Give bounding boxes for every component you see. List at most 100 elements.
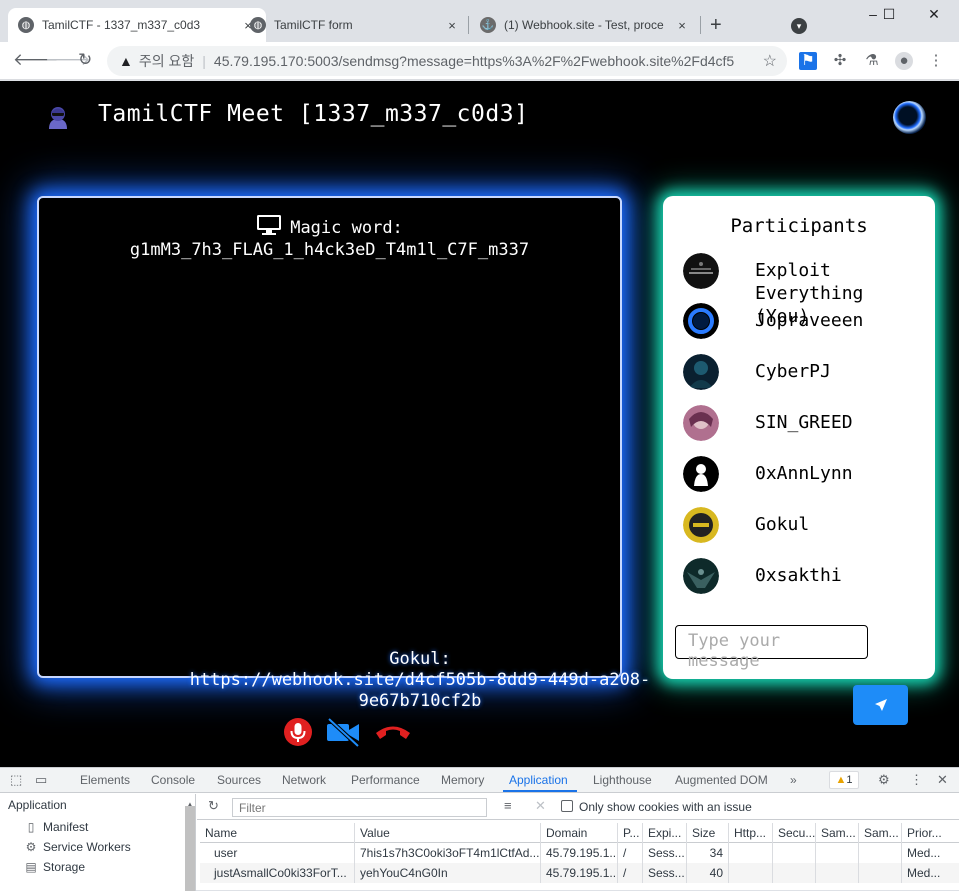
col-size[interactable]: Size (687, 823, 729, 843)
browser-tabstrip: ◍ TamilCTF - 1337_m337_c0d3 × ◍ TamilCTF… (0, 0, 959, 42)
tab-separator (700, 16, 701, 34)
reload-icon[interactable]: ↻ (78, 50, 92, 70)
device-toolbar-icon[interactable]: ▭ (35, 772, 47, 788)
sidebar-scrollbar[interactable] (185, 806, 195, 891)
browser-tab-active[interactable]: ◍ TamilCTF - 1337_m337_c0d3 × (8, 8, 266, 42)
col-expires[interactable]: Expi... (643, 823, 687, 843)
cookie-size: 40 (687, 863, 729, 883)
col-sameparty[interactable]: Sam... (859, 823, 902, 843)
settings-gear-icon[interactable]: ⚙ (878, 772, 890, 788)
participant-name: CyberPJ (755, 361, 831, 382)
col-priority[interactable]: Prior... (902, 823, 959, 843)
meet-page: TamilCTF Meet [1337_m337_c0d3] Magic wor… (0, 81, 959, 767)
tab-search-icon[interactable]: ▾ (791, 18, 807, 34)
participant-name: SIN_GREED (755, 412, 853, 433)
col-domain[interactable]: Domain (541, 823, 618, 843)
inspect-element-icon[interactable]: ⬚ (10, 772, 22, 788)
hang-up-button[interactable] (374, 722, 412, 742)
warnings-badge[interactable]: ▲1 (829, 771, 859, 789)
devtools-tab-augmented-dom[interactable]: Augmented DOM (675, 773, 768, 787)
participant-row: Exploit Everything (You) (683, 253, 923, 327)
close-devtools-icon[interactable]: ✕ (937, 772, 948, 788)
only-issues-checkbox[interactable] (561, 800, 573, 812)
col-value[interactable]: Value (355, 823, 541, 843)
devtools-tab-performance[interactable]: Performance (351, 773, 420, 787)
only-issues-label: Only show cookies with an issue (579, 800, 752, 814)
cookie-priority: Med... (907, 866, 941, 880)
refresh-icon[interactable]: ↻ (208, 798, 219, 814)
sidebar-item-manifest[interactable]: ▯ Manifest (24, 820, 89, 834)
browser-tab[interactable]: ◍ TamilCTF form × (240, 8, 470, 42)
maximize-button[interactable]: ☐ (874, 6, 904, 23)
cookie-httponly (729, 843, 773, 863)
monitor-icon (257, 215, 282, 235)
lab-flask-icon[interactable]: ⚗ (863, 52, 881, 70)
more-tabs-icon[interactable]: » (790, 773, 797, 787)
extensions-puzzle-icon[interactable]: ✣ (831, 52, 849, 70)
cookie-name: justAsmallCo0ki33ForT... (200, 863, 355, 883)
document-icon: ▯ (27, 820, 35, 834)
database-icon: ▤ (25, 860, 37, 874)
participants-panel: Participants Exploit Everything (You) Jo… (663, 196, 935, 679)
filter-input[interactable]: Filter (232, 798, 487, 817)
cookie-value: yehYouC4nG0In (355, 863, 541, 883)
omnibox-separator: | (202, 53, 206, 69)
sidebar-item-storage[interactable]: ▤ Storage (24, 860, 85, 874)
address-bar[interactable]: ▲ 주의 요함 | 45.79.195.170:5003/sendmsg?mes… (107, 46, 787, 76)
close-tab-icon[interactable]: × (444, 18, 460, 33)
cyber-avatar (683, 354, 719, 390)
globe-icon: ◍ (18, 17, 34, 33)
cookie-domain: 45.79.195.1... (541, 843, 618, 863)
delete-icon[interactable]: ✕ (535, 798, 546, 814)
magic-word-block: Magic word: g1mM3_7h3_FLAG_1_h4ck3eD_T4m… (39, 214, 620, 261)
devtools-tab-lighthouse[interactable]: Lighthouse (593, 773, 652, 787)
participant-row: Gokul (683, 507, 923, 543)
table-row[interactable]: user 7his1s7h3C0oki3oFT4m1lCtfAd... 45.7… (200, 843, 959, 863)
table-row[interactable]: justAsmallCo0ki33ForT... yehYouC4nG0In 4… (200, 863, 959, 883)
extension-icon[interactable]: ⚑ (799, 52, 817, 70)
magic-word-label: Magic word: (290, 218, 403, 238)
menu-dots-icon[interactable]: ⋮ (927, 52, 945, 70)
col-samesite[interactable]: Sam... (816, 823, 859, 843)
send-button[interactable] (853, 685, 908, 725)
magic-word-value: g1mM3_7h3_FLAG_1_h4ck3eD_T4m1l_C7F_m337 (129, 240, 530, 260)
url-text[interactable]: 45.79.195.170:5003/sendmsg?message=https… (214, 53, 734, 69)
col-path[interactable]: P... (618, 823, 643, 843)
browser-toolbar: 🡐 🡒 ↻ ▲ 주의 요함 | 45.79.195.170:5003/sendm… (0, 42, 959, 80)
devtools-menu-icon[interactable]: ⋮ (910, 772, 923, 788)
devtools-tab-network[interactable]: Network (282, 773, 326, 787)
participant-row: Jopraveeen (683, 303, 923, 339)
bookmark-star-icon[interactable]: ☆ (763, 51, 777, 71)
new-tab-button[interactable]: + (710, 14, 722, 37)
silhouette-avatar (683, 456, 719, 492)
close-window-button[interactable]: ✕ (919, 6, 949, 23)
devtools-tab-elements[interactable]: Elements (80, 773, 130, 787)
warning-icon[interactable]: ▲ (119, 53, 133, 69)
devtools-panel: ⬚ ▭ Elements Console Sources Network Per… (0, 767, 959, 891)
microphone-button[interactable] (283, 717, 313, 747)
devtools-tab-memory[interactable]: Memory (441, 773, 484, 787)
tab-separator (468, 16, 469, 34)
devtools-tab-sources[interactable]: Sources (217, 773, 261, 787)
security-label[interactable]: 주의 요함 (139, 51, 194, 71)
cookie-sameparty (859, 863, 902, 883)
col-secure[interactable]: Secu... (773, 823, 816, 843)
close-tab-icon[interactable]: × (674, 18, 690, 33)
camera-off-button[interactable] (326, 717, 361, 747)
sidebar-item-service-workers[interactable]: ⚙ Service Workers (24, 840, 131, 854)
user-avatar[interactable] (893, 101, 926, 134)
col-name[interactable]: Name (200, 823, 355, 843)
col-httponly[interactable]: Http... (729, 823, 773, 843)
sidebar-header[interactable]: Application (8, 798, 67, 812)
devtools-tab-console[interactable]: Console (151, 773, 195, 787)
globe-icon: ◍ (250, 17, 266, 33)
cookie-path: / (618, 863, 643, 883)
devtools-tab-application[interactable]: Application (509, 773, 568, 787)
profile-icon[interactable]: ● (895, 52, 913, 70)
cookie-domain: 45.79.195.1... (541, 863, 618, 883)
clear-filtered-icon[interactable]: ≡ (504, 798, 512, 813)
message-input[interactable]: Type your message (675, 625, 868, 671)
chat-sender: Gokul: (389, 649, 451, 669)
browser-tab[interactable]: ⚓ (1) Webhook.site - Test, proce × (470, 8, 700, 42)
tab-title: TamilCTF - 1337_m337_c0d3 (42, 18, 201, 32)
